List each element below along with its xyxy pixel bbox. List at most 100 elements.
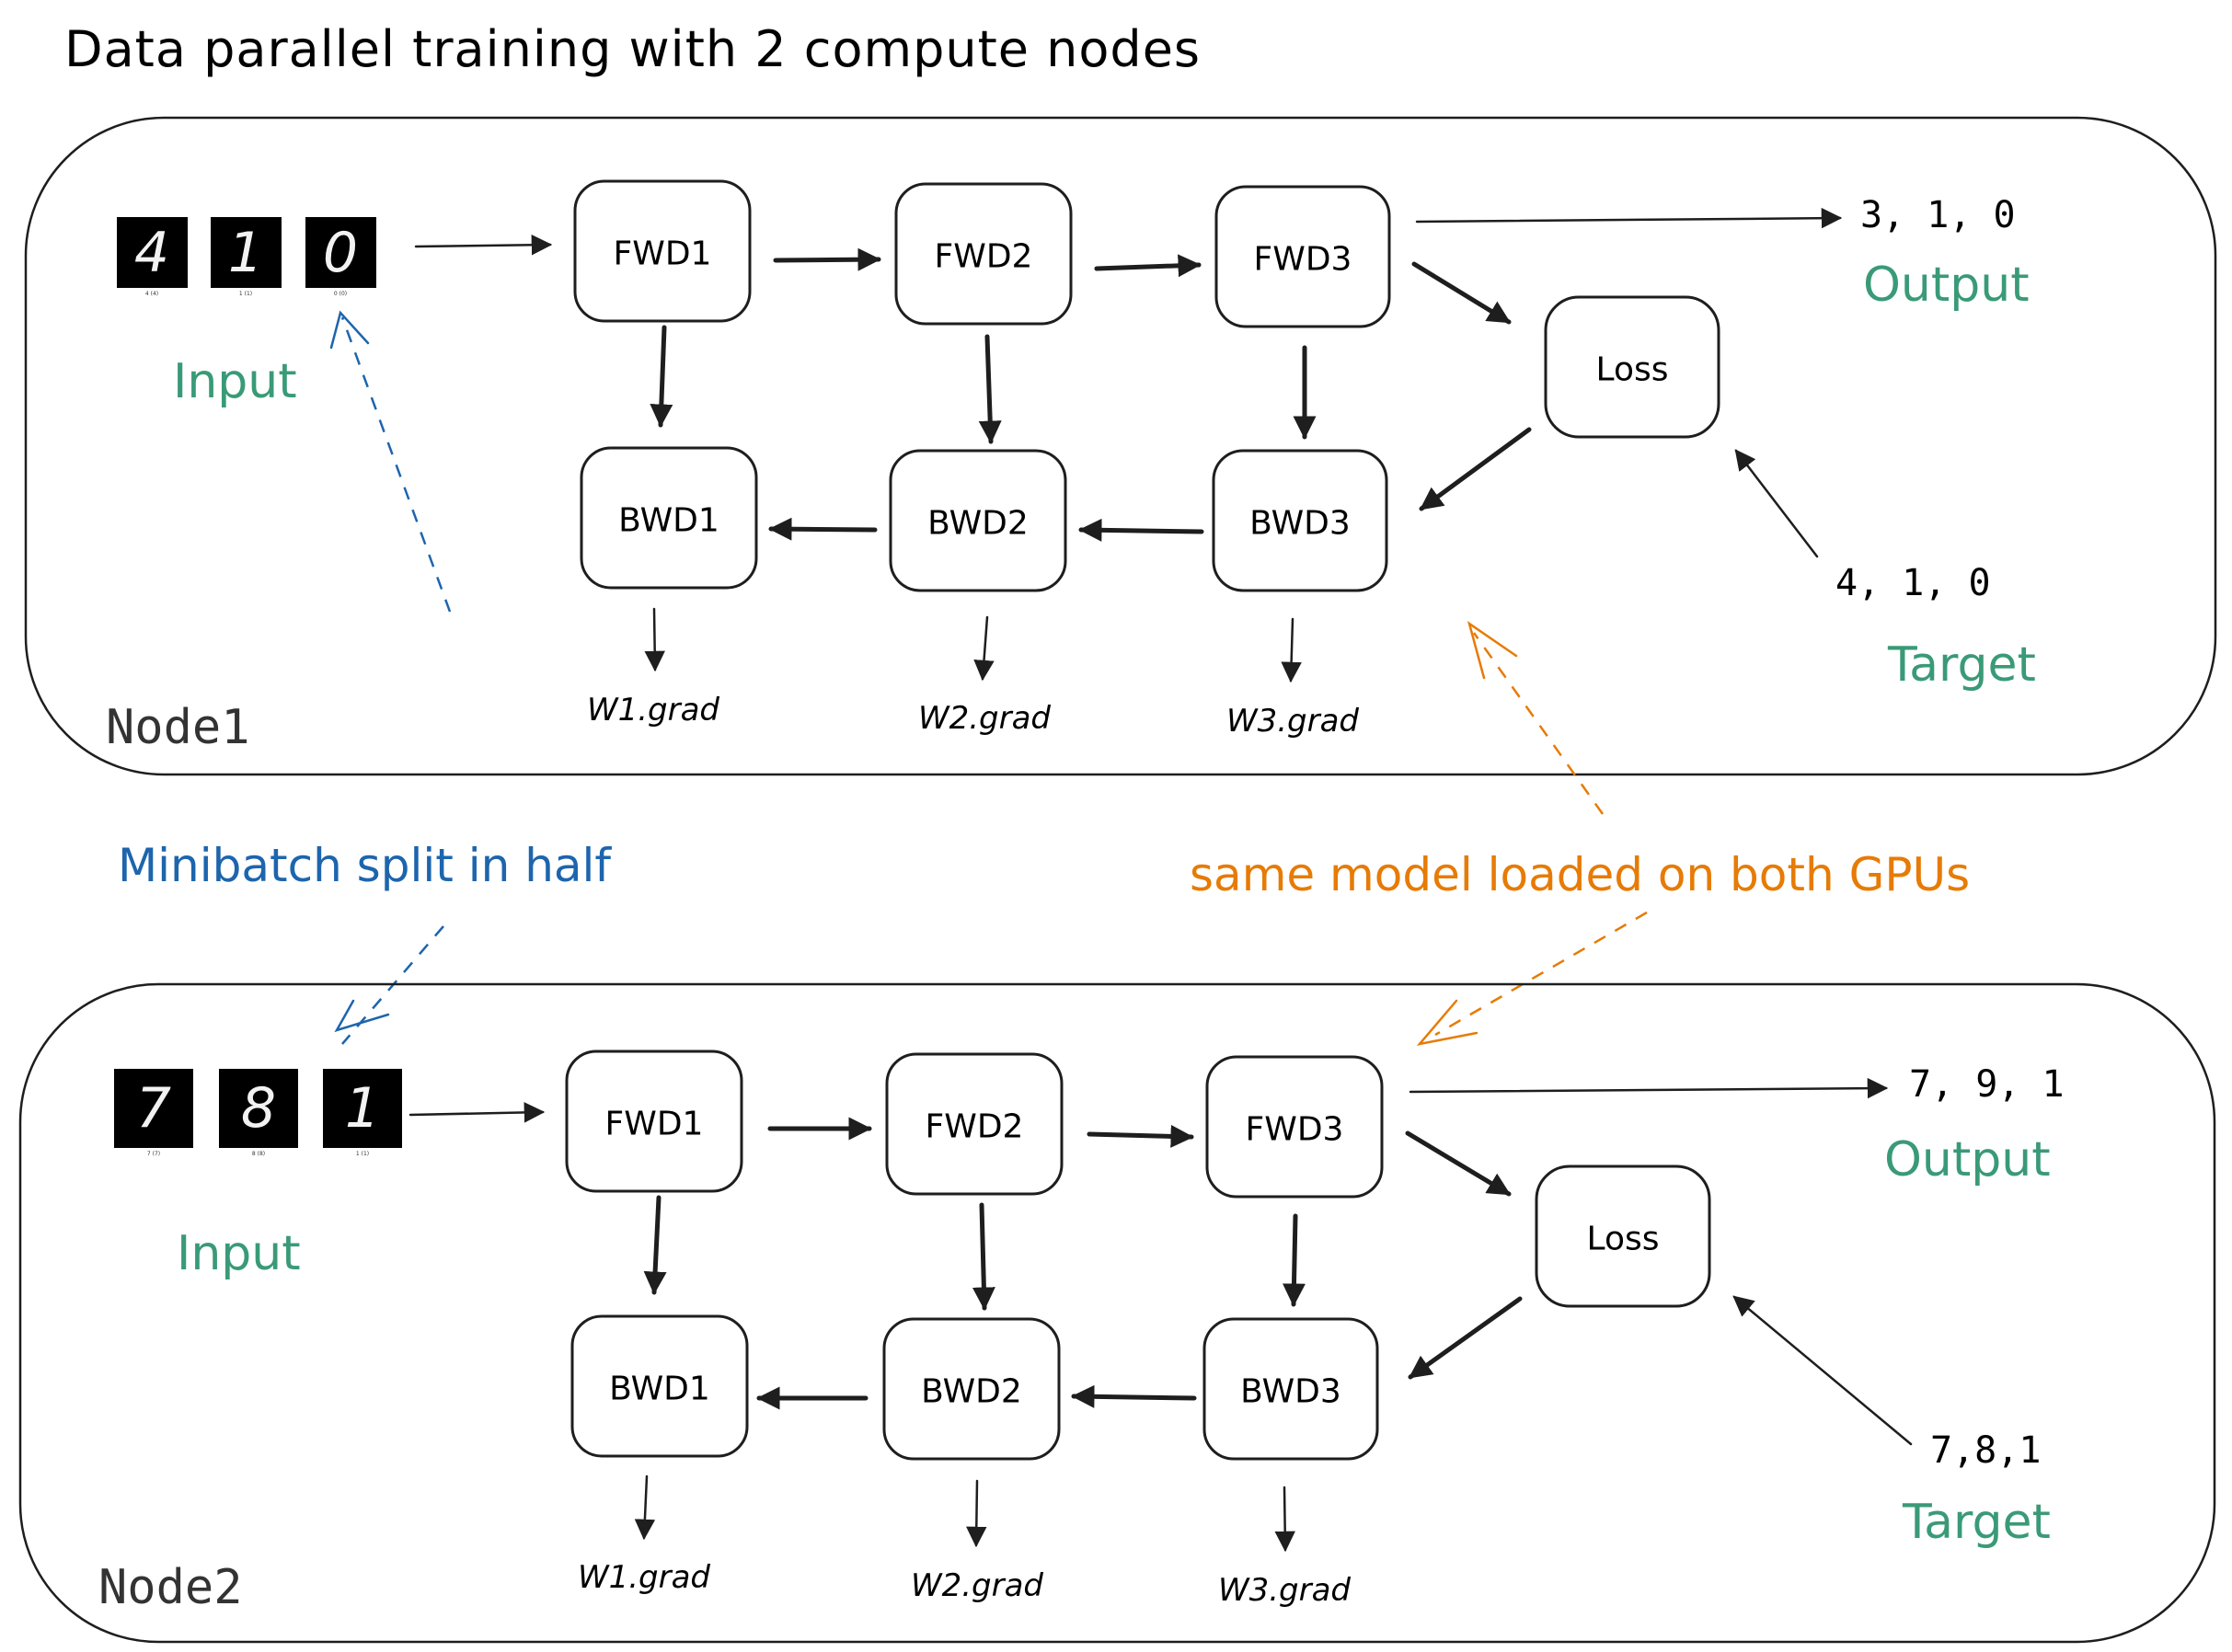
output-values: 3, 1, 0 bbox=[1860, 194, 2016, 236]
diagram-canvas: Data parallel training with 2 compute no… bbox=[18, 20, 2217, 1644]
bwd1-box[interactable]: BWD1 bbox=[570, 1314, 749, 1458]
input-to-fwd1-arrow bbox=[408, 1102, 546, 1123]
bwd2-box[interactable]: BWD2 bbox=[882, 1317, 1061, 1461]
fwd1-label: FWD1 bbox=[605, 1106, 704, 1143]
fwd1-to-bwd1-arrow bbox=[643, 1195, 667, 1295]
bwd3-to-bwd2-arrow bbox=[1078, 518, 1204, 542]
target-to-loss-arrow bbox=[1734, 449, 1819, 558]
fwd2-box[interactable]: FWD2 bbox=[894, 182, 1073, 326]
w3-grad-label: W3.grad bbox=[1226, 703, 1359, 740]
image-caption: 8 (8) bbox=[252, 1151, 265, 1157]
fwd2-box[interactable]: FWD2 bbox=[885, 1052, 1064, 1196]
node2-label: Node2 bbox=[98, 1560, 243, 1615]
fwd3-label: FWD3 bbox=[1254, 241, 1352, 279]
output-arrow bbox=[1409, 1077, 1889, 1099]
w3-grad-label: W3.grad bbox=[1218, 1572, 1351, 1609]
same-model-up-arrow-line bbox=[1472, 632, 1605, 815]
minibatch-label: Minibatch split in half bbox=[118, 839, 612, 892]
fwd2-label: FWD2 bbox=[926, 1108, 1024, 1146]
fwd2-to-fwd3-arrow bbox=[1094, 254, 1202, 278]
loss-box[interactable]: Loss bbox=[1535, 1164, 1711, 1308]
node1-label: Node1 bbox=[106, 700, 250, 755]
minibatch-annotation: Minibatch split in half bbox=[118, 310, 612, 1045]
fwd1-to-bwd1-arrow bbox=[650, 325, 673, 428]
same-model-label: same model loaded on both GPUs bbox=[1190, 848, 1970, 901]
image-digit: 1 bbox=[345, 1076, 380, 1141]
minibatch-up-arrowhead-icon bbox=[329, 310, 370, 350]
output-values: 7, 9, 1 bbox=[1909, 1063, 2065, 1106]
image-digit: 0 bbox=[323, 221, 358, 285]
input-image: 0 0 (0) bbox=[305, 217, 376, 297]
fwd3-to-loss-arrow bbox=[1405, 1130, 1512, 1197]
fwd2-label: FWD2 bbox=[935, 238, 1033, 276]
node1-container: 4 4 (4) 1 1 (1) 0 0 (0) Input FWD1 FWD2 bbox=[24, 116, 2217, 776]
image-digit: 1 bbox=[228, 221, 263, 285]
image-caption: 7 (7) bbox=[147, 1151, 160, 1157]
fwd2-to-fwd3-arrow bbox=[1087, 1124, 1194, 1148]
image-caption: 4 (4) bbox=[145, 291, 158, 297]
target-label: Target bbox=[1902, 1495, 2051, 1550]
image-digit: 8 bbox=[241, 1076, 276, 1141]
input-label: Input bbox=[177, 1226, 301, 1281]
input-to-fwd1-arrow bbox=[414, 235, 553, 256]
image-caption: 0 (0) bbox=[334, 291, 347, 297]
target-values: 7,8,1 bbox=[1930, 1429, 2041, 1472]
loss-box[interactable]: Loss bbox=[1544, 295, 1720, 439]
image-digit: 7 bbox=[136, 1076, 171, 1141]
w1-grad-label: W1.grad bbox=[587, 692, 719, 728]
target-values: 4, 1, 0 bbox=[1835, 562, 1991, 604]
bwd3-to-bwd2-arrow bbox=[1071, 1384, 1197, 1408]
bwd2-to-grad-arrow bbox=[966, 1479, 987, 1548]
target-to-loss-arrow bbox=[1732, 1295, 1913, 1446]
fwd3-to-bwd3-arrow bbox=[1282, 1213, 1306, 1307]
input-image: 7 7 (7) bbox=[114, 1069, 193, 1157]
bwd2-label: BWD2 bbox=[921, 1373, 1022, 1411]
bwd2-to-grad-arrow bbox=[973, 615, 995, 682]
bwd1-box[interactable]: BWD1 bbox=[580, 446, 758, 590]
same-model-down-arrowhead-icon bbox=[1416, 999, 1478, 1046]
fwd1-to-fwd2-arrow bbox=[773, 247, 881, 271]
bwd3-box[interactable]: BWD3 bbox=[1212, 449, 1388, 592]
minibatch-down-arrowhead-icon bbox=[334, 999, 390, 1033]
fwd3-box[interactable]: FWD3 bbox=[1214, 185, 1391, 328]
image-digit: 4 bbox=[134, 221, 169, 285]
input-image: 4 4 (4) bbox=[117, 217, 188, 297]
node2-input-images: 7 7 (7) 8 8 (8) 1 1 (1) bbox=[114, 1069, 402, 1157]
fwd3-box[interactable]: FWD3 bbox=[1205, 1055, 1384, 1199]
input-image: 1 1 (1) bbox=[323, 1069, 402, 1157]
bwd1-to-grad-arrow bbox=[634, 1474, 656, 1541]
input-label: Input bbox=[173, 354, 297, 409]
loss-label: Loss bbox=[1596, 351, 1669, 389]
fwd1-box[interactable]: FWD1 bbox=[573, 179, 752, 323]
input-image: 1 1 (1) bbox=[211, 217, 282, 297]
loss-to-bwd3-arrow bbox=[1408, 1296, 1523, 1380]
output-arrow bbox=[1415, 207, 1843, 229]
w1-grad-label: W1.grad bbox=[578, 1559, 710, 1596]
bwd3-to-grad-arrow bbox=[1281, 617, 1302, 683]
w2-grad-label: W2.grad bbox=[911, 1567, 1043, 1604]
fwd2-to-bwd2-arrow bbox=[978, 334, 1002, 444]
minibatch-up-arrow-line bbox=[340, 316, 452, 613]
bwd3-label: BWD3 bbox=[1240, 1373, 1341, 1411]
same-model-annotation: same model loaded on both GPUs bbox=[1190, 621, 1970, 1046]
fwd1-label: FWD1 bbox=[614, 235, 712, 273]
fwd2-to-bwd2-arrow bbox=[972, 1202, 995, 1311]
bwd3-to-grad-arrow bbox=[1274, 1486, 1295, 1553]
bwd3-box[interactable]: BWD3 bbox=[1202, 1317, 1379, 1461]
same-model-down-arrow-line bbox=[1434, 911, 1648, 1037]
image-caption: 1 (1) bbox=[356, 1151, 369, 1157]
loss-label: Loss bbox=[1587, 1221, 1660, 1258]
bwd1-label: BWD1 bbox=[618, 502, 719, 540]
fwd1-box[interactable]: FWD1 bbox=[565, 1050, 743, 1193]
bwd2-to-bwd1-arrow bbox=[768, 517, 878, 541]
bwd1-to-grad-arrow bbox=[644, 607, 665, 672]
fwd3-label: FWD3 bbox=[1246, 1111, 1344, 1149]
target-label: Target bbox=[1887, 637, 2036, 693]
bwd2-label: BWD2 bbox=[927, 505, 1029, 543]
same-model-up-arrowhead-icon bbox=[1467, 621, 1518, 680]
node2-container: 7 7 (7) 8 8 (8) 1 1 (1) Input FWD1 FWD2 bbox=[18, 982, 2216, 1644]
bwd2-box[interactable]: BWD2 bbox=[889, 449, 1067, 592]
bwd1-label: BWD1 bbox=[609, 1371, 710, 1408]
w2-grad-label: W2.grad bbox=[918, 700, 1051, 737]
diagram-title: Data parallel training with 2 compute no… bbox=[64, 20, 1201, 78]
